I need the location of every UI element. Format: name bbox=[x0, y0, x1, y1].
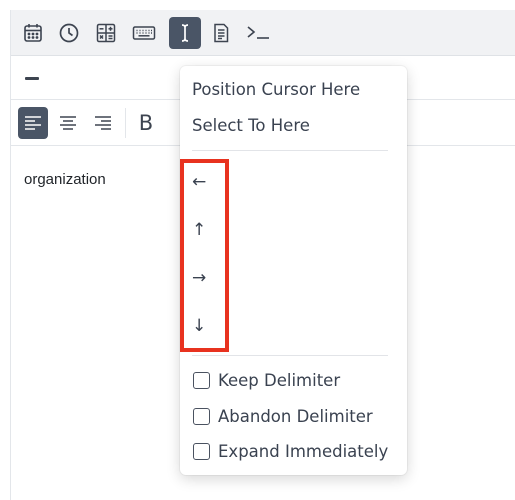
keep-delimiter-label: Keep Delimiter bbox=[218, 371, 341, 390]
text-cursor-button[interactable] bbox=[169, 17, 201, 49]
expand-immediately-label: Expand Immediately bbox=[218, 442, 389, 461]
select-to-here-item[interactable]: Select To Here bbox=[192, 116, 310, 135]
calculator-button[interactable] bbox=[90, 17, 122, 49]
context-menu: Position Cursor Here Select To Here ← ↑ … bbox=[180, 66, 407, 475]
abandon-delimiter-item[interactable]: Abandon Delimiter bbox=[193, 407, 373, 426]
expand-immediately-checkbox[interactable] bbox=[193, 443, 210, 460]
toolbar-divider bbox=[125, 108, 126, 138]
align-right-icon bbox=[95, 116, 111, 130]
clock-button[interactable] bbox=[53, 17, 85, 49]
align-left-icon bbox=[25, 116, 41, 130]
terminal-icon bbox=[247, 26, 269, 39]
top-toolbar bbox=[11, 10, 515, 56]
keep-delimiter-item[interactable]: Keep Delimiter bbox=[193, 371, 340, 390]
align-right-button[interactable] bbox=[88, 107, 118, 139]
expand-immediately-item[interactable]: Expand Immediately bbox=[193, 442, 388, 461]
document-button[interactable] bbox=[205, 17, 237, 49]
minus-icon[interactable] bbox=[25, 77, 39, 80]
align-center-button[interactable] bbox=[53, 107, 83, 139]
bold-button[interactable]: B bbox=[131, 107, 161, 139]
editor-text: organization bbox=[24, 171, 106, 188]
keep-delimiter-checkbox[interactable] bbox=[193, 372, 210, 389]
align-center-icon bbox=[60, 116, 76, 130]
calendar-button[interactable] bbox=[17, 17, 49, 49]
keyboard-icon bbox=[132, 26, 156, 40]
clock-icon bbox=[59, 23, 79, 43]
menu-separator bbox=[192, 355, 388, 356]
app-window: B organization Position Cursor Here Sele… bbox=[10, 10, 515, 500]
menu-separator bbox=[192, 150, 388, 151]
position-cursor-item[interactable]: Position Cursor Here bbox=[192, 80, 360, 99]
abandon-delimiter-checkbox[interactable] bbox=[193, 408, 210, 425]
align-left-button[interactable] bbox=[18, 107, 48, 139]
calculator-icon bbox=[96, 23, 116, 43]
highlight-box bbox=[180, 159, 229, 352]
abandon-delimiter-label: Abandon Delimiter bbox=[218, 407, 373, 426]
keyboard-button[interactable] bbox=[128, 17, 160, 49]
document-icon bbox=[214, 23, 229, 43]
calendar-icon bbox=[24, 24, 42, 42]
terminal-button[interactable] bbox=[242, 17, 274, 49]
text-cursor-icon bbox=[181, 24, 189, 42]
